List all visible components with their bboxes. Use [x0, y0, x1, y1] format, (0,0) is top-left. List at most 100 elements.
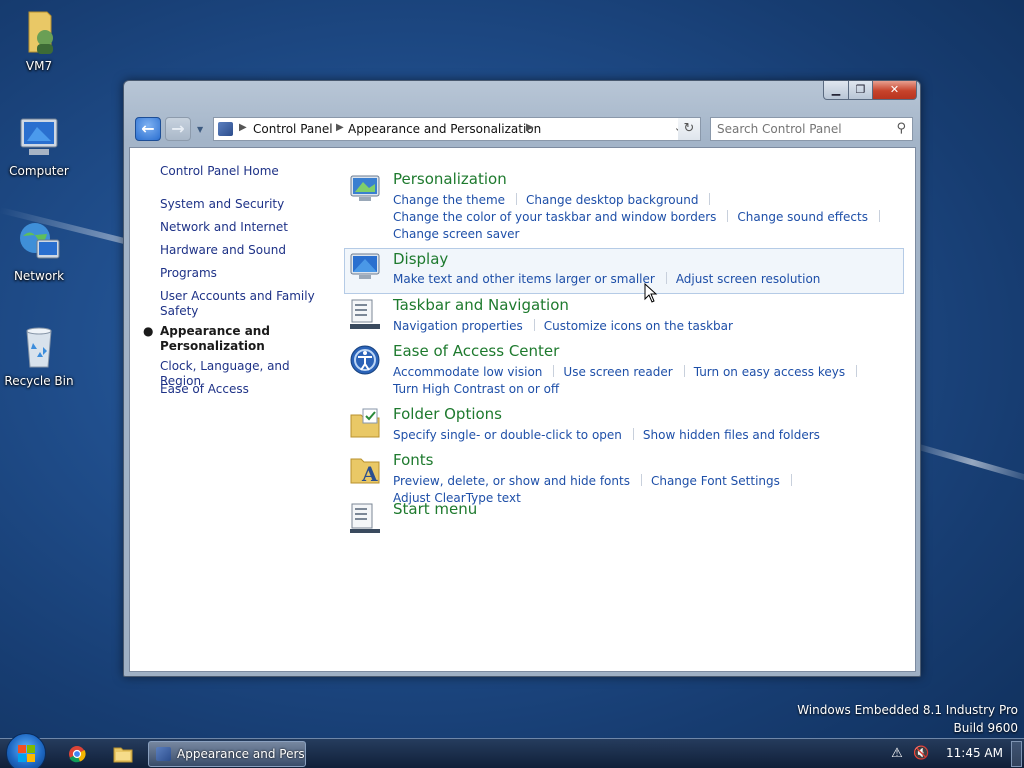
link-divider	[533, 319, 535, 331]
desktop-icon-network[interactable]: Network	[0, 218, 78, 283]
desktop-icon-recycle-bin[interactable]: Recycle Bin	[0, 323, 78, 388]
taskbar: Appearance and Pers... ⚠ 🔇 11:45 AM	[0, 733, 1024, 768]
desktop-icon-computer[interactable]: Computer	[0, 113, 78, 178]
volume-muted-icon[interactable]: 🔇	[913, 746, 929, 762]
control-panel-window: ▁ ❐ ✕ ← → ▼ ▶ Control Panel ▶ Appearance…	[123, 80, 921, 677]
link-accommodate-low-vision[interactable]: Accommodate low vision	[393, 365, 542, 379]
category-title-personalization[interactable]: Personalization	[393, 170, 507, 188]
link-divider	[553, 365, 555, 377]
windows-logo-icon	[18, 745, 36, 763]
breadcrumb-appearance[interactable]: Appearance and Personalization	[348, 122, 541, 136]
breadcrumb-separator-icon[interactable]: ▶	[526, 122, 534, 133]
display-icon	[349, 251, 381, 283]
link-change-font-settings[interactable]: Change Font Settings	[651, 474, 780, 488]
address-bar[interactable]: ▶ Control Panel ▶ Appearance and Persona…	[213, 117, 688, 141]
arrow-left-icon: ←	[141, 119, 155, 138]
link-turn-on-easy-access-keys[interactable]: Turn on easy access keys	[694, 365, 845, 379]
nav-hardware-and-sound[interactable]: Hardware and Sound	[160, 243, 330, 258]
category-fonts: A Fonts Preview, delete, or show and hid…	[345, 451, 905, 505]
link-change-screen-saver[interactable]: Change screen saver	[393, 227, 520, 241]
user-folder-icon	[15, 8, 63, 56]
nav-programs[interactable]: Programs	[160, 266, 330, 281]
minimize-icon: ▁	[831, 83, 841, 96]
link-use-screen-reader[interactable]: Use screen reader	[563, 365, 672, 379]
nav-label: Appearance and Personalization	[160, 324, 270, 353]
category-title-start-menu[interactable]: Start menu	[393, 500, 477, 518]
category-start-menu: Start menu	[345, 500, 905, 536]
search-box[interactable]: ⚲	[710, 117, 913, 141]
link-customize-taskbar-icons[interactable]: Customize icons on the taskbar	[544, 319, 733, 333]
refresh-icon: ↻	[683, 121, 695, 136]
network-icon	[15, 218, 63, 266]
maximize-button[interactable]: ❐	[848, 81, 873, 100]
nav-system-and-security[interactable]: System and Security	[160, 197, 330, 212]
category-title-folder-options[interactable]: Folder Options	[393, 405, 502, 423]
link-change-taskbar-color[interactable]: Change the color of your taskbar and win…	[393, 210, 716, 224]
os-watermark-line1: Windows Embedded 8.1 Industry Pro	[797, 703, 1018, 717]
personalization-icon	[349, 172, 381, 204]
category-links: Accommodate low vision Use screen reader T…	[393, 364, 893, 398]
link-single-double-click[interactable]: Specify single- or double-click to open	[393, 428, 622, 442]
nav-user-accounts[interactable]: User Accounts and Family Safety	[160, 289, 330, 319]
start-button[interactable]	[6, 733, 46, 768]
start-menu-icon	[349, 502, 381, 534]
search-input[interactable]	[711, 118, 886, 140]
link-change-desktop-background[interactable]: Change desktop background	[526, 193, 698, 207]
desktop-icon-label: Recycle Bin	[4, 374, 74, 388]
nav-appearance-current: ● Appearance and Personalization	[143, 324, 330, 354]
category-ease-of-access: Ease of Access Center Accommodate low vi…	[345, 342, 905, 400]
close-button[interactable]: ✕	[872, 81, 917, 100]
network-status-icon[interactable]: ⚠	[889, 746, 905, 762]
folder-options-icon	[349, 407, 381, 439]
category-links: Navigation properties Customize icons on …	[393, 318, 893, 335]
search-icon[interactable]: ⚲	[896, 121, 906, 136]
show-desktop-button[interactable]	[1011, 741, 1022, 767]
category-title-taskbar[interactable]: Taskbar and Navigation	[393, 296, 569, 314]
link-change-theme[interactable]: Change the theme	[393, 193, 505, 207]
nav-ease-of-access[interactable]: Ease of Access	[160, 382, 330, 397]
category-links: Change the theme Change desktop backgroun…	[393, 192, 893, 243]
fonts-icon: A	[349, 453, 381, 486]
category-title-display[interactable]: Display	[393, 250, 448, 268]
category-title-fonts[interactable]: Fonts	[393, 451, 433, 469]
arrow-right-icon: →	[171, 119, 185, 138]
maximize-icon: ❐	[855, 83, 866, 96]
control-panel-icon	[218, 122, 233, 136]
link-divider	[790, 474, 792, 486]
desktop-icon-label: VM7	[25, 59, 53, 73]
link-preview-fonts[interactable]: Preview, delete, or show and hide fonts	[393, 474, 630, 488]
category-personalization: Personalization Change the theme Change d…	[345, 170, 905, 243]
chrome-icon	[69, 746, 86, 763]
refresh-button[interactable]: ↻	[678, 117, 701, 141]
minimize-button[interactable]: ▁	[823, 81, 849, 100]
link-divider	[665, 272, 667, 284]
desktop-icon-label: Computer	[9, 164, 69, 178]
category-display: Display Make text and other items larger…	[344, 248, 904, 294]
link-high-contrast[interactable]: Turn High Contrast on or off	[393, 382, 559, 396]
taskbar-task-control-panel[interactable]: Appearance and Pers...	[148, 741, 306, 767]
explorer-taskbar-button[interactable]	[112, 743, 134, 765]
link-change-sound-effects[interactable]: Change sound effects	[737, 210, 868, 224]
breadcrumb-separator-icon[interactable]: ▶	[239, 122, 247, 133]
breadcrumb-separator-icon[interactable]: ▶	[336, 122, 344, 133]
link-make-text-larger[interactable]: Make text and other items larger or smal…	[393, 272, 655, 286]
chrome-taskbar-button[interactable]	[66, 743, 88, 765]
category-title-ease-of-access[interactable]: Ease of Access Center	[393, 342, 559, 360]
category-links: Specify single- or double-click to open S…	[393, 427, 893, 444]
breadcrumb-control-panel[interactable]: Control Panel	[253, 122, 333, 136]
control-panel-icon	[156, 747, 171, 761]
back-button[interactable]: ←	[135, 117, 161, 141]
link-adjust-screen-resolution[interactable]: Adjust screen resolution	[676, 272, 821, 286]
ease-of-access-icon	[349, 344, 381, 376]
link-show-hidden-files[interactable]: Show hidden files and folders	[643, 428, 820, 442]
desktop-icon-label: Network	[13, 269, 65, 283]
link-navigation-properties[interactable]: Navigation properties	[393, 319, 523, 333]
link-divider	[856, 365, 858, 377]
forward-button[interactable]: →	[165, 117, 191, 141]
category-taskbar-navigation: Taskbar and Navigation Navigation proper…	[345, 296, 905, 336]
recent-pages-chevron-icon[interactable]: ▼	[197, 125, 203, 134]
desktop-icon-vm7[interactable]: VM7	[0, 8, 78, 73]
nav-control-panel-home[interactable]: Control Panel Home	[160, 164, 330, 179]
taskbar-clock[interactable]: 11:45 AM	[946, 746, 1003, 760]
nav-network-and-internet[interactable]: Network and Internet	[160, 220, 330, 235]
